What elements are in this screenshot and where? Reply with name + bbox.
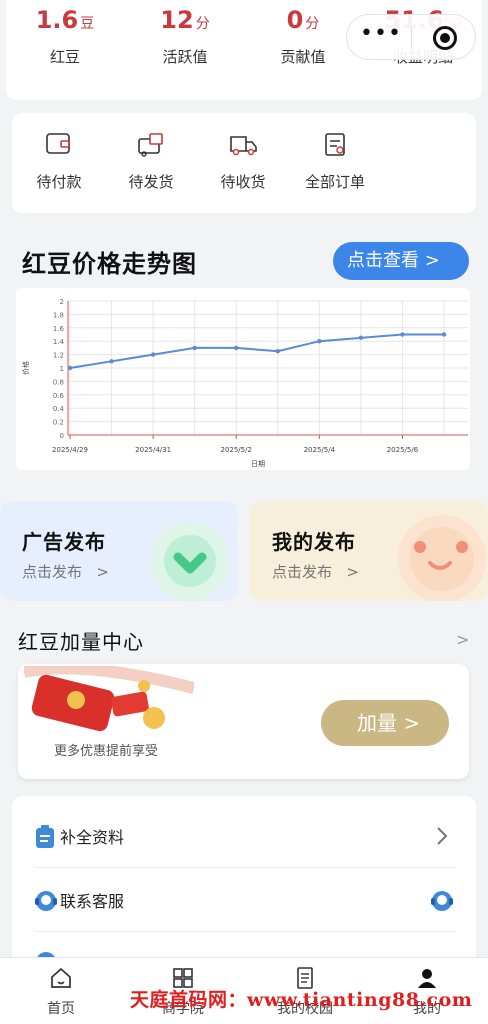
boost-center-title: 红豆加量中心: [18, 630, 144, 654]
data-point: [275, 349, 280, 354]
y-tick-label: 0.2: [53, 419, 64, 427]
package-box-icon: [138, 133, 163, 157]
data-point: [400, 332, 405, 337]
miniprogram-capsule: •••: [346, 14, 476, 60]
view-chart-button[interactable]: 点击查看 >: [333, 242, 469, 280]
headset-icon: [431, 891, 453, 911]
order-all[interactable]: 全部订单: [290, 131, 380, 192]
capsule-divider: [411, 27, 412, 49]
target-icon[interactable]: [433, 26, 457, 50]
order-label: 待付款: [36, 173, 82, 191]
y-tick-label: 1.6: [53, 325, 65, 333]
y-tick-label: 1.2: [53, 352, 64, 360]
y-tick-label: 0.4: [53, 405, 65, 413]
stat-unit: 豆: [80, 16, 95, 32]
document-icon: [36, 825, 54, 848]
my-publish-title: 我的发布: [272, 530, 356, 554]
data-point: [317, 339, 322, 344]
order-pending-shipment[interactable]: 待发货: [106, 131, 196, 192]
order-label: 待发货: [128, 173, 174, 191]
stat-value: 1.6: [35, 6, 79, 34]
stat-label: 红豆: [49, 48, 80, 66]
more-dots-icon[interactable]: •••: [359, 23, 403, 49]
data-point: [109, 359, 114, 364]
wallet-icon: [46, 133, 70, 154]
delivery-truck-icon: [230, 136, 257, 156]
x-tick-label: 2025/5/6: [387, 446, 419, 454]
y-tick-label: 1: [60, 365, 64, 373]
settings-menu: 补全资料 联系客服 关于我们: [12, 796, 476, 975]
chevron-right-icon: [437, 827, 448, 845]
y-tick-label: 2: [60, 298, 64, 306]
data-point: [234, 345, 239, 351]
stat-label: 活跃值: [162, 48, 208, 66]
x-axis-label: 日期: [251, 460, 265, 468]
clipboard-list-icon: [325, 133, 345, 156]
tab-label: 首页: [47, 1001, 75, 1017]
y-tick-label: 1.8: [53, 311, 64, 319]
orders-card: 待付款 待发货 待收货 全部订单: [12, 113, 476, 213]
order-pending-payment[interactable]: 待付款: [14, 131, 104, 192]
menu-item-contact-support[interactable]: 联系客服: [12, 868, 476, 932]
y-tick-label: 0.6: [53, 392, 65, 400]
order-label: 全部订单: [304, 173, 365, 191]
stat-value: 12: [160, 6, 194, 34]
price-line-chart: 0 0.2 0.4 0.6 0.8 1 1.2 1.4 1.6 1.8 2 2025/4/29 2025…: [21, 298, 468, 468]
my-publish-subtitle: 点击发布 >: [272, 563, 359, 581]
smiley-face-icon: [398, 515, 486, 601]
y-tick-label: 0: [60, 432, 64, 440]
order-label: 待收货: [220, 173, 266, 191]
x-tick-label: 2025/5/2: [220, 446, 251, 454]
my-publish-card[interactable]: 我的发布 点击发布 >: [250, 501, 488, 601]
boost-card[interactable]: 更多优惠提前享受 加量 >: [18, 664, 469, 779]
y-axis-label: 价格: [21, 361, 30, 375]
data-point: [192, 345, 197, 351]
stat-activity[interactable]: 12 分 活跃值: [130, 4, 240, 67]
stat-unit: 分: [195, 16, 210, 32]
ad-publish-title: 广告发布: [22, 530, 106, 554]
menu-item-complete-profile[interactable]: 补全资料: [12, 804, 476, 868]
x-tick-label: 2025/4/31: [135, 446, 171, 454]
x-tick-label: 2025/4/29: [52, 446, 88, 454]
data-point: [441, 332, 447, 337]
menu-item-label: 补全资料: [60, 828, 125, 847]
ad-publish-card[interactable]: 广告发布 点击发布 >: [0, 501, 238, 601]
stat-unit: 分: [305, 16, 320, 32]
ad-publish-subtitle: 点击发布 >: [22, 563, 109, 581]
home-icon: [51, 967, 71, 988]
order-pending-receipt[interactable]: 待收货: [198, 131, 288, 192]
heart-badge-icon: [150, 521, 230, 601]
boost-button[interactable]: 加量 >: [321, 700, 449, 746]
price-chart-card: 0 0.2 0.4 0.6 0.8 1 1.2 1.4 1.6 1.8 2 2025/4/29 2025…: [16, 288, 470, 470]
menu-item-label: 联系客服: [60, 892, 125, 911]
data-point: [150, 352, 156, 357]
stat-value: 0: [286, 6, 304, 34]
data-point: [358, 335, 364, 341]
series-line: [69, 333, 444, 369]
red-packet-illustration: [24, 666, 194, 732]
customer-service-icon: [35, 891, 57, 911]
y-tick-label: 0.8: [53, 378, 64, 386]
boost-center-arrow[interactable]: >: [456, 630, 469, 649]
data-point: [67, 365, 73, 371]
stat-contribution[interactable]: 0分 贡献值: [248, 4, 358, 67]
x-tick-label: 2025/5/4: [304, 446, 336, 454]
tab-home[interactable]: 首页: [16, 966, 106, 1018]
site-watermark: 天庭首码网：www.tianting88.com: [130, 989, 473, 1011]
stat-label: 贡献值: [280, 48, 326, 66]
stat-red-beans[interactable]: 1.6 豆 红豆: [10, 4, 120, 67]
boost-description: 更多优惠提前享受: [54, 744, 159, 759]
y-tick-label: 1.4: [53, 338, 65, 346]
price-trend-title: 红豆价格走势图: [22, 250, 197, 278]
